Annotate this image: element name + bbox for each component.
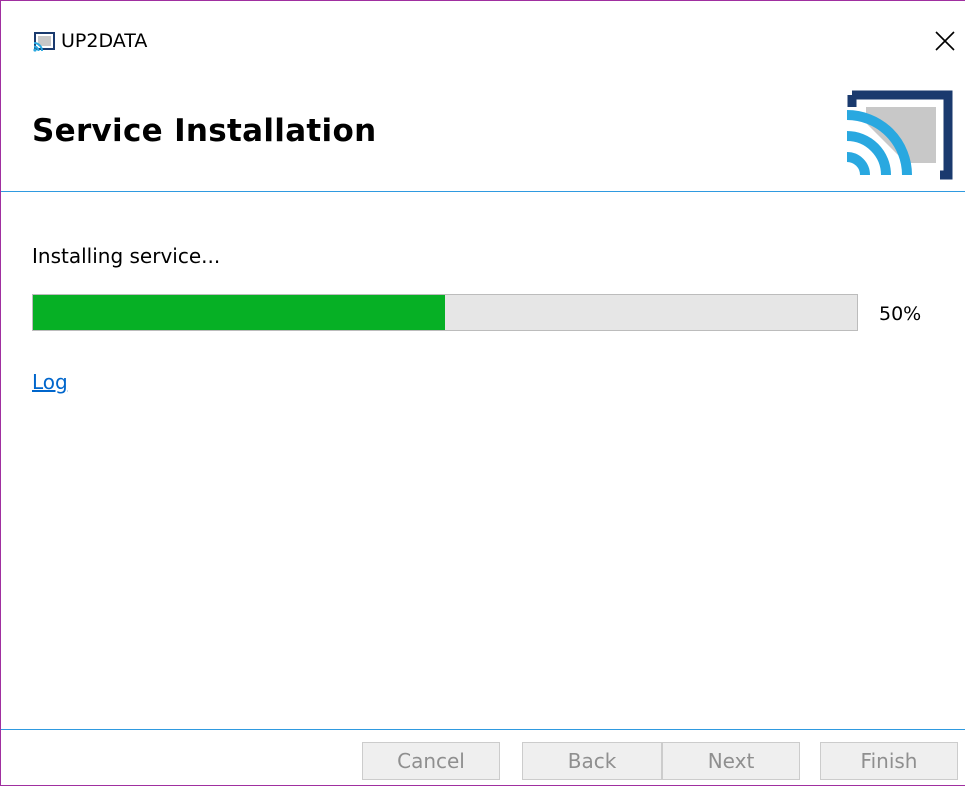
progress-bar <box>32 294 858 331</box>
title-bar: UP2DATA <box>1 1 965 83</box>
footer-divider <box>1 729 965 730</box>
close-icon <box>934 30 956 56</box>
page-header: Service Installation <box>1 83 965 192</box>
installer-window: UP2DATA Service Installation Installing … <box>0 0 965 786</box>
up2data-logo-icon <box>844 87 954 183</box>
finish-button[interactable]: Finish <box>820 742 958 780</box>
log-link[interactable]: Log <box>32 370 68 394</box>
window-title: UP2DATA <box>61 30 148 52</box>
progress-percent: 50% <box>879 303 922 325</box>
close-button[interactable] <box>923 23 965 63</box>
next-button[interactable]: Next <box>662 742 800 780</box>
status-text: Installing service... <box>32 244 221 268</box>
cancel-button[interactable]: Cancel <box>362 742 500 780</box>
back-button[interactable]: Back <box>522 742 662 780</box>
progress-fill <box>33 295 445 330</box>
wifi-cast-icon <box>33 32 55 52</box>
page-title: Service Installation <box>32 113 377 149</box>
